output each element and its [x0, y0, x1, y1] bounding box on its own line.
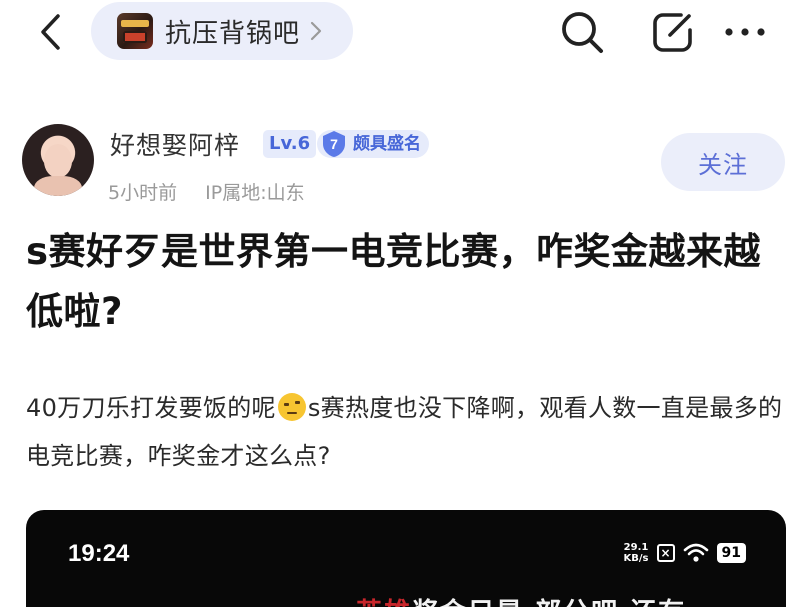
back-button[interactable]	[30, 10, 70, 54]
post-time: 5小时前	[108, 182, 178, 204]
network-speed: 29.1 KB/s	[624, 542, 649, 564]
thinking-face-icon	[277, 393, 306, 421]
edit-button[interactable]	[648, 8, 698, 56]
badge-title: 颇具盛名	[353, 134, 421, 154]
back-icon	[41, 14, 60, 50]
post-meta: 5小时前 IP属地:山东	[108, 178, 305, 205]
follow-button[interactable]: 关注	[661, 133, 785, 191]
badge-number: 7	[330, 136, 338, 152]
embedded-screenshot[interactable]: 19:24 29.1 KB/s × 91 英雄奖金只是 部分吧 还有	[26, 510, 786, 607]
battery-indicator: 91	[716, 543, 746, 563]
status-bar-icons: 29.1 KB/s × 91	[624, 542, 746, 564]
chevron-right-icon	[310, 21, 322, 41]
forum-logo	[117, 13, 153, 49]
embedded-caption: 英雄奖金只是 部分吧 还有	[356, 592, 686, 607]
post-body: 40万刀乐打发要饭的呢 s赛热度也没下降啊，观看人数一直是最多的电竞比赛，咋奖金才…	[26, 384, 796, 480]
edit-icon	[653, 13, 692, 52]
post-title: s赛好歹是世界第一电竞比赛，咋奖金越来越低啦?	[26, 230, 762, 333]
forum-name: 抗压背锅吧	[165, 18, 301, 49]
top-nav-bar: 抗压背锅吧	[0, 0, 810, 66]
status-bar-time: 19:24	[68, 540, 130, 567]
forum-entry-button[interactable]: 抗压背锅吧	[91, 2, 353, 60]
search-icon	[562, 12, 603, 53]
network-speed-unit: KB/s	[623, 553, 649, 564]
ip-location: IP属地:山东	[205, 182, 305, 204]
post-body-text-1: 40万刀乐打发要饭的呢	[26, 394, 276, 422]
no-sim-icon: ×	[656, 544, 675, 562]
more-button[interactable]	[720, 8, 770, 56]
more-icon	[725, 28, 765, 36]
shield-icon: 7	[323, 131, 345, 157]
wifi-icon	[683, 543, 708, 562]
author-avatar[interactable]	[22, 124, 94, 196]
level-badge: Lv.6	[263, 130, 317, 158]
author-name[interactable]: 好想娶阿梓	[110, 126, 240, 162]
search-button[interactable]	[557, 8, 607, 56]
honor-badge: 7 颇具盛名	[317, 130, 429, 158]
network-speed-value: 29.1	[623, 542, 649, 553]
caption-white: 奖金只是 部分吧 还有	[412, 598, 686, 607]
caption-red: 英雄	[356, 598, 412, 607]
